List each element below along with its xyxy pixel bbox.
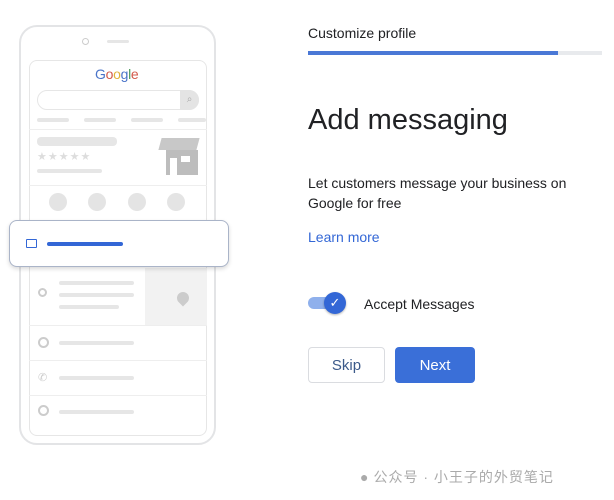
progress-bar — [308, 51, 602, 55]
step-title: Customize profile — [308, 25, 417, 41]
google-logo: Google — [95, 66, 139, 82]
phone-call-icon: ✆ — [38, 372, 48, 384]
watermark: ● 公众号 · 小王子的外贸笔记 — [360, 467, 554, 487]
globe-icon — [38, 405, 49, 416]
wechat-icon: ● — [360, 469, 370, 485]
accept-messages-toggle[interactable]: ✓ — [308, 292, 346, 314]
skip-button[interactable]: Skip — [308, 347, 385, 383]
check-icon: ✓ — [324, 292, 346, 314]
learn-more-link[interactable]: Learn more — [308, 229, 380, 245]
speaker-grille — [107, 40, 129, 43]
directions-icon — [88, 193, 106, 211]
storefront-icon — [158, 138, 200, 175]
page-title: Add messaging — [308, 104, 508, 136]
watermark-text: 公众号 · 小王子的外贸笔记 — [373, 469, 554, 485]
messaging-card — [9, 220, 229, 267]
description: Let customers message your business on G… — [308, 175, 567, 211]
website-icon — [167, 193, 185, 211]
chat-icon — [26, 239, 37, 248]
location-icon — [38, 288, 47, 297]
clock-icon — [38, 337, 49, 348]
camera-icon — [82, 38, 89, 45]
business-name-placeholder — [37, 137, 117, 146]
bookmark-icon — [128, 193, 146, 211]
star-rating-icon: ★★★★★ — [37, 151, 92, 163]
search-icon: ⌕ — [180, 90, 199, 110]
next-button[interactable]: Next — [395, 347, 475, 383]
phone-icon — [49, 193, 67, 211]
toggle-label: Accept Messages — [364, 296, 475, 312]
search-box — [37, 90, 199, 110]
